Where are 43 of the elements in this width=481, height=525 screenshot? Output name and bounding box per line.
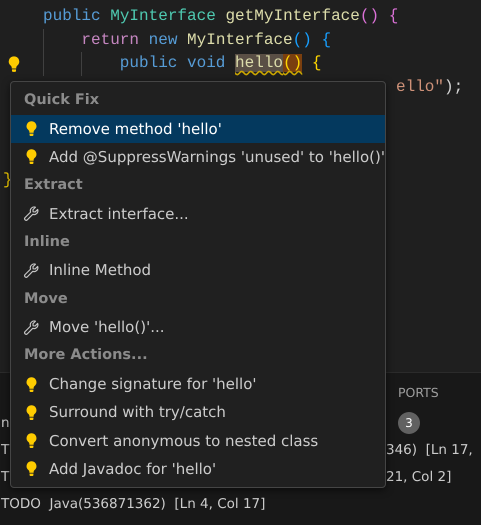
menu-item[interactable]: Move 'hello()'... bbox=[11, 313, 385, 342]
code-token: { bbox=[312, 54, 322, 72]
code-token: getMyInterface bbox=[225, 7, 360, 25]
menu-item[interactable]: Surround with try/catch bbox=[11, 398, 385, 426]
menu-item[interactable]: Remove method 'hello' bbox=[11, 114, 385, 143]
section-header: More Actions... bbox=[23, 346, 149, 366]
menu-item[interactable]: Add Javadoc for 'hello' bbox=[11, 454, 385, 484]
code-token: MyInterface bbox=[187, 30, 293, 48]
problem-text: T bbox=[1, 442, 10, 458]
menu-item[interactable]: Convert anonymous to nested class bbox=[11, 426, 385, 455]
code-token: return bbox=[81, 30, 139, 48]
code-token: new bbox=[148, 30, 178, 48]
menu-item[interactable]: Change signature for 'hello' bbox=[11, 370, 385, 398]
wrench-icon bbox=[23, 205, 40, 222]
panel-tab[interactable]: PORTS bbox=[398, 373, 439, 409]
code-token: public bbox=[43, 7, 101, 25]
code-token: MyInterface bbox=[110, 7, 216, 25]
menu-item[interactable]: Add @SuppressWarnings 'unused' to 'hello()' bbox=[11, 142, 385, 172]
code-token: { bbox=[388, 7, 398, 25]
section-header: Inline bbox=[23, 232, 71, 252]
code-token: ); bbox=[444, 78, 464, 96]
code-token: public bbox=[120, 54, 178, 72]
wrench-icon bbox=[23, 318, 40, 336]
code-token: ello" bbox=[396, 78, 444, 96]
count-badge: 3 bbox=[398, 412, 420, 434]
problem-text: TODO Java(536871362) [Ln 4, Col 17] bbox=[1, 496, 266, 512]
problem-text: 21, Col 2] bbox=[386, 468, 452, 484]
problem-text: T bbox=[1, 468, 10, 484]
code-token: hello bbox=[235, 54, 284, 72]
section-header: Extract bbox=[23, 176, 84, 196]
problem-text: 346) [Ln 17, bbox=[386, 442, 473, 458]
section-header: Move bbox=[23, 290, 69, 309]
code-token: { bbox=[321, 30, 332, 48]
section-header: Quick Fix bbox=[23, 91, 100, 110]
problem-text: n bbox=[1, 414, 10, 430]
code-token: () bbox=[283, 54, 302, 72]
code-token: void bbox=[187, 54, 226, 72]
menu-item[interactable]: Extract interface... bbox=[11, 200, 385, 228]
wrench-icon bbox=[23, 262, 40, 279]
code-token: () bbox=[360, 7, 380, 25]
menu-item[interactable]: Inline Method bbox=[11, 256, 385, 285]
code-token: () bbox=[292, 30, 312, 48]
code-token: } bbox=[3, 171, 13, 189]
